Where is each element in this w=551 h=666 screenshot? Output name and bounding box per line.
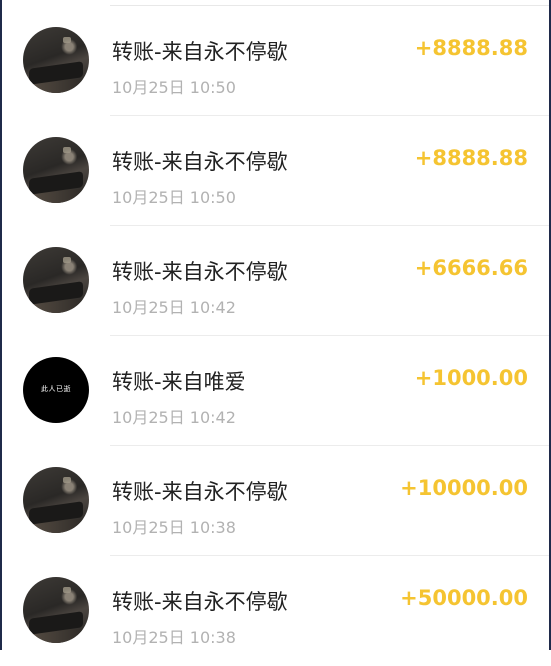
transaction-row[interactable]: 转账-来自永不停歇 10月25日 10:50 +8888.88	[2, 6, 549, 116]
transaction-row[interactable]: 转账-来自永不停歇 10月25日 10:38 +10000.00	[2, 446, 549, 556]
transaction-amount: +6666.66	[414, 256, 528, 280]
avatar-lamp	[63, 147, 71, 153]
avatar-lamp	[63, 477, 71, 483]
transaction-time: 10月25日 10:50	[112, 78, 236, 97]
avatar	[23, 137, 89, 203]
transaction-list: 转账-来自永不停歇 10月25日 10:50 +8888.88 转账-来自永不停…	[2, 0, 549, 666]
transaction-title: 转账-来自永不停歇	[112, 260, 288, 284]
transaction-amount: +50000.00	[400, 586, 528, 610]
avatar: 此人已逝	[23, 357, 89, 423]
avatar-lamp	[63, 587, 71, 593]
transaction-time: 10月25日 10:38	[112, 628, 236, 647]
transaction-time: 10月25日 10:42	[112, 408, 236, 427]
transaction-amount: +8888.88	[414, 36, 528, 60]
avatar-text: 此人已逝	[41, 385, 71, 393]
transaction-time: 10月25日 10:50	[112, 188, 236, 207]
transaction-row[interactable]: 转账-来自永不停歇 10月25日 10:50 +8888.88	[2, 116, 549, 226]
transaction-title: 转账-来自永不停歇	[112, 480, 288, 504]
transaction-time: 10月25日 10:42	[112, 298, 236, 317]
transaction-title: 转账-来自永不停歇	[112, 40, 288, 64]
transaction-time: 10月25日 10:38	[112, 518, 236, 537]
avatar-lamp	[63, 257, 71, 263]
avatar	[23, 577, 89, 643]
transaction-row[interactable]: 此人已逝 转账-来自唯爱 10月25日 10:42 +1000.00	[2, 336, 549, 446]
transaction-row[interactable]: 转账-来自永不停歇 10月25日 10:42 +6666.66	[2, 226, 549, 336]
transaction-title: 转账-来自永不停歇	[112, 150, 288, 174]
transaction-amount: +8888.88	[414, 146, 528, 170]
avatar	[23, 247, 89, 313]
transaction-title: 转账-来自唯爱	[112, 370, 246, 394]
transaction-amount: +10000.00	[400, 476, 528, 500]
transaction-amount: +1000.00	[414, 366, 528, 390]
avatar-lamp	[63, 37, 71, 43]
transaction-title: 转账-来自永不停歇	[112, 590, 288, 614]
avatar	[23, 467, 89, 533]
avatar	[23, 27, 89, 93]
